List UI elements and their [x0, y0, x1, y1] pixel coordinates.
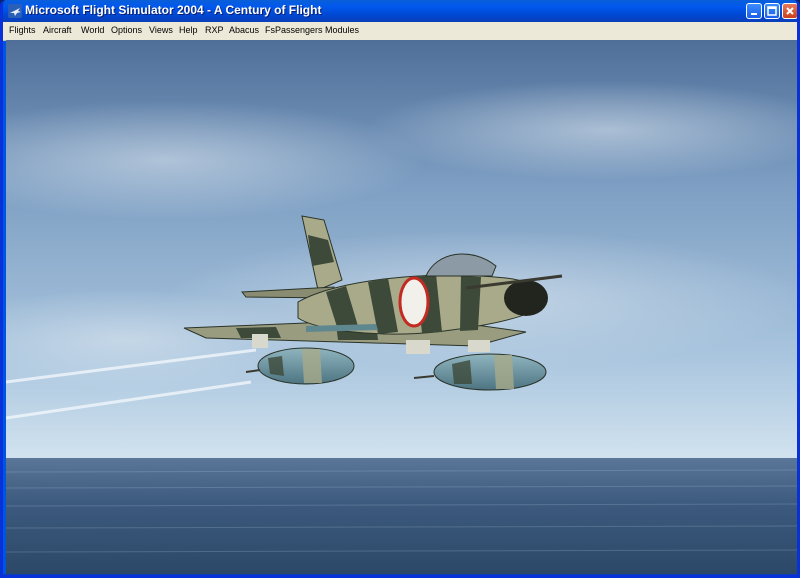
menu-fspassengers[interactable]: FsPassengers	[265, 25, 323, 35]
minimize-button[interactable]	[746, 3, 762, 19]
fs-airplane-icon[interactable]	[8, 4, 22, 18]
sea	[6, 458, 797, 574]
window-bottom-border	[3, 574, 797, 575]
nose-cone	[504, 280, 548, 316]
menu-world[interactable]: World	[81, 25, 104, 35]
flight-view[interactable]	[6, 40, 797, 574]
maximize-button[interactable]	[764, 3, 780, 19]
menu-aircraft[interactable]: Aircraft	[43, 25, 72, 35]
menu-options[interactable]: Options	[111, 25, 142, 35]
air-intake	[398, 276, 430, 328]
menu-flights[interactable]: Flights	[9, 25, 36, 35]
menu-help[interactable]: Help	[179, 25, 198, 35]
simulator-scene	[6, 40, 797, 574]
minimize-icon	[751, 13, 757, 15]
close-icon	[786, 7, 794, 15]
menu-modules[interactable]: Modules	[325, 25, 359, 35]
maximize-icon	[767, 6, 777, 16]
window-title: Microsoft Flight Simulator 2004 - A Cent…	[25, 3, 322, 17]
close-button[interactable]	[782, 3, 797, 19]
menu-rxp[interactable]: RXP	[205, 25, 224, 35]
app-window: Microsoft Flight Simulator 2004 - A Cent…	[0, 0, 800, 578]
menu-abacus[interactable]: Abacus	[229, 25, 259, 35]
title-bar[interactable]: Microsoft Flight Simulator 2004 - A Cent…	[3, 0, 797, 22]
menu-bar: Flights Aircraft World Options Views Hel…	[3, 22, 797, 41]
menu-views[interactable]: Views	[149, 25, 173, 35]
